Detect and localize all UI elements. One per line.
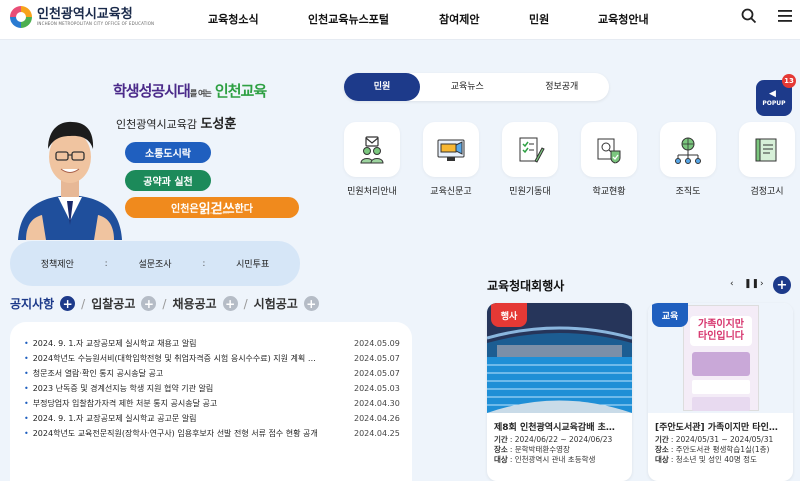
service-school-status[interactable]: 학교현황 — [581, 122, 637, 197]
search-icon[interactable] — [741, 8, 757, 28]
superintendent-name: 도성훈 — [200, 117, 237, 132]
notice-tabs: 공지사항 + / 입찰공고 + / 채용공고 + / 시험공고 + — [10, 295, 319, 312]
event-card[interactable]: 교육 가족이지만 타인입니다 [주안도서관] 가족이지만 타인… 기간: 202… — [648, 303, 793, 481]
menu-icon[interactable] — [778, 8, 792, 27]
event-tag: 교육 — [652, 303, 688, 327]
event-card[interactable]: 행사 제8회 인천광역시교육감배 초… 기간: 2024/06/22 ~ 202… — [487, 303, 632, 481]
events-more-icon[interactable]: + — [773, 276, 791, 294]
event-image: 교육 가족이지만 타인입니다 — [648, 303, 793, 413]
tab-divider: / — [81, 296, 86, 311]
superintendent-photo — [18, 121, 122, 240]
checklist-pen-icon — [519, 137, 545, 163]
list-item[interactable]: 청문조서 열람·확인 통지 공시송달 공고2024.05.07 — [24, 366, 400, 381]
nav-participation[interactable]: 참여제안 — [439, 11, 479, 27]
recruit-more-icon[interactable]: + — [222, 296, 238, 311]
service-tabs: 민원 교육뉴스 정보공개 — [344, 73, 609, 101]
event-title: 제8회 인천광역시교육감배 초… — [494, 423, 615, 433]
nav-civil[interactable]: 민원 — [529, 11, 549, 27]
list-item[interactable]: 2024. 9. 1.자 교장공모제 실시학교 채용고 알림2024.05.09 — [24, 336, 400, 351]
event-title: [주안도서관] 가족이지만 타인… — [655, 423, 778, 433]
nav-about[interactable]: 교육청안내 — [598, 11, 649, 27]
exam-more-icon[interactable]: + — [303, 296, 319, 311]
site-header: 인천광역시교육청 INCHEON METROPOLITAN CITY OFFIC… — [0, 0, 800, 40]
logo-text: 인천광역시교육청 — [37, 7, 133, 22]
bid-more-icon[interactable]: + — [141, 296, 157, 311]
service-edu-sinmungo[interactable]: 교육신문고 — [423, 122, 479, 197]
survey-link[interactable]: 설문조사 — [108, 257, 203, 270]
notice-list: 2024. 9. 1.자 교장공모제 실시학교 채용고 알림2024.05.09… — [10, 322, 412, 481]
event-tag: 행사 — [491, 303, 527, 327]
speaker-icon: ◀ — [769, 89, 776, 99]
hero-slogan: 학생성공시대를 여는 인천교육 — [113, 82, 267, 100]
logo-subtext: INCHEON METROPOLITAN CITY OFFICE OF EDUC… — [37, 21, 155, 26]
list-item[interactable]: 2024. 9. 1.자 교장공모제 실시학교 공고문 알림2024.04.26 — [24, 411, 400, 426]
tab-recruit[interactable]: 채용공고 — [172, 295, 216, 312]
org-chart-icon — [675, 137, 701, 164]
monitor-megaphone-icon — [437, 139, 465, 161]
notice-more-icon[interactable]: + — [60, 296, 76, 311]
pledge-button[interactable]: 공약과 실천 — [125, 170, 211, 191]
event-poster: 가족이지만 타인입니다 — [683, 305, 759, 411]
logo-emblem-icon — [10, 6, 32, 28]
popup-button[interactable]: ◀ POPUP 13 — [756, 74, 796, 116]
list-item[interactable]: 2024학년도 교육전문직원(장학사·연구사) 임용후보자 선발 전형 서류 접… — [24, 426, 400, 441]
communication-button[interactable]: 소통도시락 — [125, 142, 211, 163]
service-civil-squad[interactable]: 민원기동대 — [502, 122, 558, 197]
pause-icon[interactable]: ❚❚ — [744, 279, 759, 289]
tab-bid[interactable]: 입찰공고 — [91, 295, 135, 312]
poster-title: 가족이지만 타인입니다 — [690, 316, 752, 346]
school-shield-icon — [597, 138, 621, 163]
nav-news-portal[interactable]: 인천교육뉴스포털 — [308, 11, 389, 27]
exam-book-icon — [755, 138, 777, 161]
prev-icon[interactable]: ‹ — [730, 279, 734, 289]
tab-divider: / — [162, 296, 167, 311]
superintendent-label: 인천광역시교육감 도성훈 — [116, 117, 237, 132]
tab-info-disclosure[interactable]: 정보공개 — [515, 73, 610, 101]
next-icon[interactable]: › — [760, 279, 764, 289]
list-item[interactable]: 2023 난독증 및 경계선지능 학생 지원 협약 기관 알림2024.05.0… — [24, 381, 400, 396]
campaign-button[interactable]: 인천은 읽걷쓰 한다 READ·WALK·WRITE — [125, 197, 299, 218]
poster-info — [692, 380, 750, 394]
tab-civil[interactable]: 민원 — [344, 73, 420, 101]
tab-divider: / — [243, 296, 248, 311]
tab-notice[interactable]: 공지사항 — [10, 295, 54, 312]
list-item[interactable]: 부정당업자 입찰참가자격 제한 처분 통지 공시송달 공고2024.04.30 — [24, 396, 400, 411]
service-civil-guide[interactable]: 민원처리안내 — [344, 122, 400, 197]
poster-info — [692, 397, 750, 411]
poster-image — [692, 352, 750, 376]
tab-edu-news[interactable]: 교육뉴스 — [420, 73, 515, 101]
popup-count-badge: 13 — [782, 74, 796, 88]
citizen-vote-link[interactable]: 시민투표 — [205, 257, 300, 270]
service-ged-exam[interactable]: 검정고시 — [739, 122, 795, 197]
nav-news[interactable]: 교육청소식 — [208, 11, 259, 27]
civil-service-people-icon — [360, 135, 384, 163]
list-item[interactable]: 2024학년도 수능원서비(대학입학전형 및 취업자격증 시험 응시수수료) 지… — [24, 351, 400, 366]
tab-exam[interactable]: 시험공고 — [254, 295, 298, 312]
event-image: 행사 — [487, 303, 632, 413]
site-logo[interactable]: 인천광역시교육청 INCHEON METROPOLITAN CITY OFFIC… — [10, 6, 154, 28]
participation-bar: 정책제안 : 설문조사 : 시민투표 — [10, 241, 300, 286]
events-title: 교육청대회행사 — [487, 279, 565, 293]
service-org-chart[interactable]: 조직도 — [660, 122, 716, 197]
policy-proposal-link[interactable]: 정책제안 — [10, 257, 105, 270]
